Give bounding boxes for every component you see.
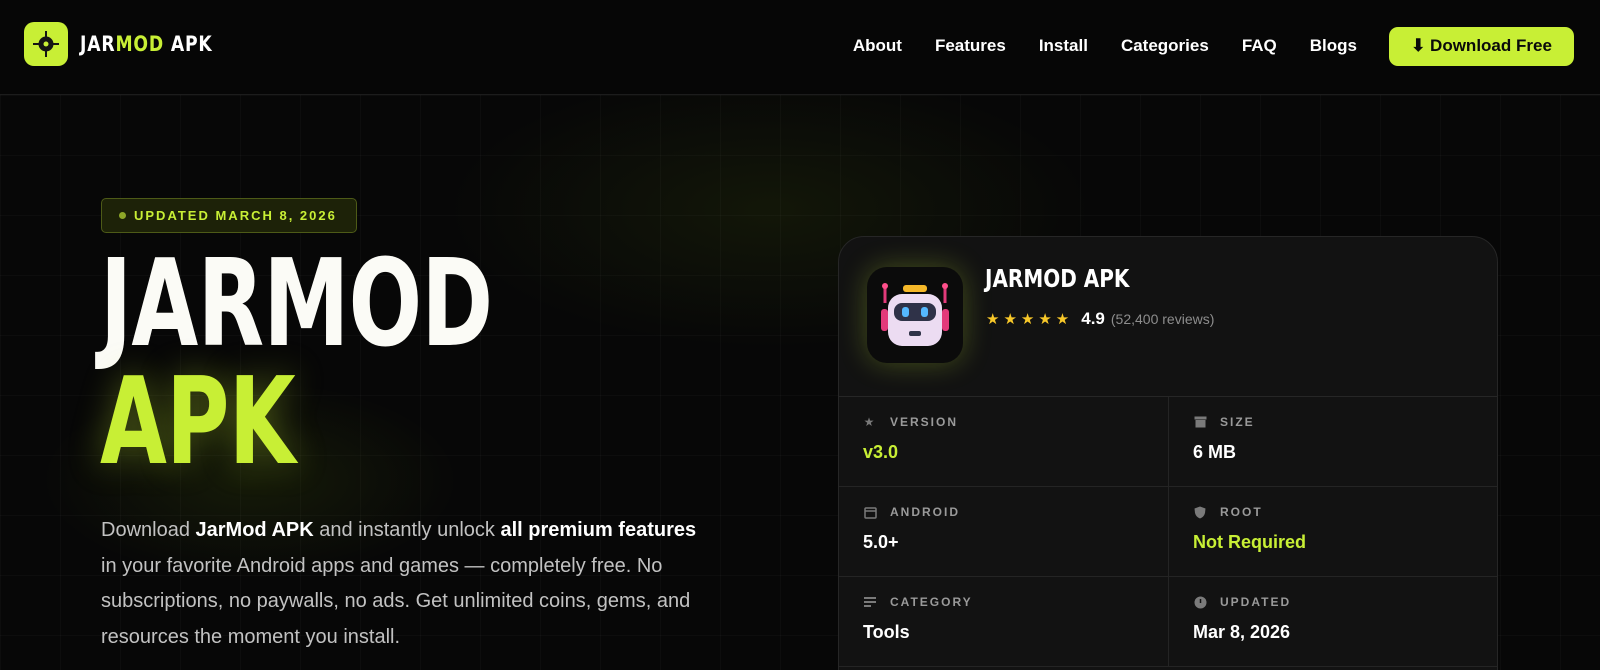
star-rating-icon: ★★★★★ xyxy=(986,311,1074,328)
hero-title-line1: JARMOD xyxy=(100,235,493,374)
nav-categories[interactable]: Categories xyxy=(1121,26,1209,66)
info-row: CATEGORY Tools UPDATED Mar 8, 2026 xyxy=(839,577,1497,667)
hero-description: Download JarMod APK and instantly unlock… xyxy=(101,513,711,655)
hero-title: JARMOD APK xyxy=(100,235,493,492)
info-size-label-row: SIZE xyxy=(1193,415,1497,429)
info-root-label: ROOT xyxy=(1220,505,1263,519)
robot-icon xyxy=(867,267,963,363)
info-android: ANDROID 5.0+ xyxy=(839,487,1168,576)
info-android-label: ANDROID xyxy=(890,505,960,519)
nav-faq[interactable]: FAQ xyxy=(1242,26,1277,66)
calendar-icon xyxy=(863,505,877,519)
rating-value: 4.9 xyxy=(1081,309,1105,328)
shield-icon xyxy=(1193,505,1207,519)
info-category-value: Tools xyxy=(863,622,910,642)
brand-name-accent: MOD xyxy=(115,32,164,56)
nav-blogs[interactable]: Blogs xyxy=(1310,26,1357,66)
info-size-label: SIZE xyxy=(1220,415,1255,429)
star-icon: ★ xyxy=(863,415,877,429)
desc-text: Download xyxy=(101,519,196,541)
info-size-value: 6 MB xyxy=(1193,442,1237,462)
info-version-value: v3.0 xyxy=(863,442,899,462)
desc-bold-app: JarMod APK xyxy=(195,519,314,541)
archive-icon xyxy=(1193,415,1207,429)
info-row: ANDROID 5.0+ ROOT Not Required xyxy=(839,487,1497,577)
info-row: ★ VERSION v3.0 SIZE 6 MB xyxy=(839,397,1497,487)
info-size: SIZE 6 MB xyxy=(1168,397,1497,486)
updated-badge-text: UPDATED MARCH 8, 2026 xyxy=(134,208,337,223)
app-info-card: JARMOD APK ★★★★★ 4.9 (52,400 reviews) ★ … xyxy=(838,236,1498,670)
info-updated-value: Mar 8, 2026 xyxy=(1193,622,1291,642)
crosshair-icon xyxy=(24,22,68,66)
download-free-button[interactable]: ⬇ Download Free xyxy=(1389,26,1574,66)
info-root-label-row: ROOT xyxy=(1193,505,1497,519)
brand-logo-link[interactable]: JARMOD APK xyxy=(24,22,242,66)
site-header: JARMOD APK About Features Install Catego… xyxy=(0,0,1600,95)
main-nav: About Features Install Categories FAQ Bl… xyxy=(853,26,1574,66)
brand-name-prefix: JAR xyxy=(80,32,116,56)
review-count: (52,400 reviews) xyxy=(1110,311,1215,327)
info-version-label-row: ★ VERSION xyxy=(863,415,1168,429)
clock-icon xyxy=(1193,595,1207,609)
info-category: CATEGORY Tools xyxy=(839,577,1168,666)
info-android-value: 5.0+ xyxy=(863,532,899,552)
info-root: ROOT Not Required xyxy=(1168,487,1497,576)
info-updated: UPDATED Mar 8, 2026 xyxy=(1168,577,1497,666)
app-name: JARMOD APK xyxy=(985,264,1130,293)
info-version-label: VERSION xyxy=(890,415,959,429)
info-category-label: CATEGORY xyxy=(890,595,973,609)
desc-bold-features: all premium features xyxy=(500,519,697,541)
hero-title-line2: APK xyxy=(100,353,296,492)
info-updated-label: UPDATED xyxy=(1220,595,1292,609)
info-version: ★ VERSION v3.0 xyxy=(839,397,1168,486)
info-updated-label-row: UPDATED xyxy=(1193,595,1497,609)
desc-text: in your favorite Android apps and games … xyxy=(101,554,691,648)
list-icon xyxy=(863,595,877,609)
updated-badge: UPDATED MARCH 8, 2026 xyxy=(101,198,357,233)
brand-name: JARMOD APK xyxy=(80,32,213,56)
info-category-label-row: CATEGORY xyxy=(863,595,1168,609)
nav-install[interactable]: Install xyxy=(1039,26,1088,66)
rating: ★★★★★ 4.9 (52,400 reviews) xyxy=(986,309,1214,329)
badge-dot-icon xyxy=(119,212,126,219)
nav-about[interactable]: About xyxy=(853,26,902,66)
info-root-value: Not Required xyxy=(1193,532,1307,552)
nav-features[interactable]: Features xyxy=(935,26,1006,66)
brand-name-suffix: APK xyxy=(163,32,213,56)
info-grid: ★ VERSION v3.0 SIZE 6 MB ANDROID 5.0+ RO… xyxy=(839,397,1497,667)
desc-text: and instantly unlock xyxy=(313,519,501,541)
info-android-label-row: ANDROID xyxy=(863,505,1168,519)
